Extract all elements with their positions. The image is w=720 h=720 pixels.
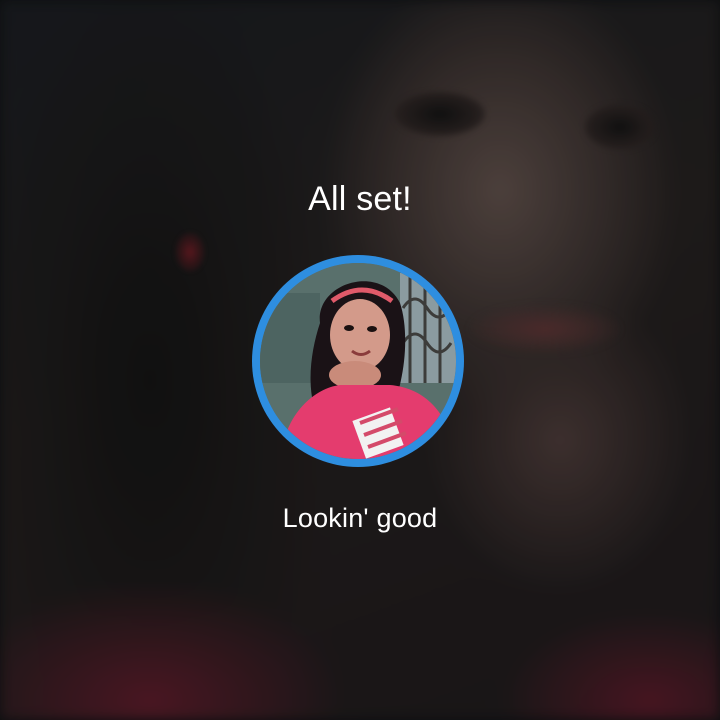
avatar-ring (252, 255, 464, 467)
status-caption: Lookin' good (282, 503, 438, 533)
page-title: All set! (308, 180, 412, 218)
profile-photo-icon (260, 263, 456, 459)
avatar (260, 263, 456, 459)
setup-complete-screen: All set! Lookin' good (0, 0, 720, 720)
